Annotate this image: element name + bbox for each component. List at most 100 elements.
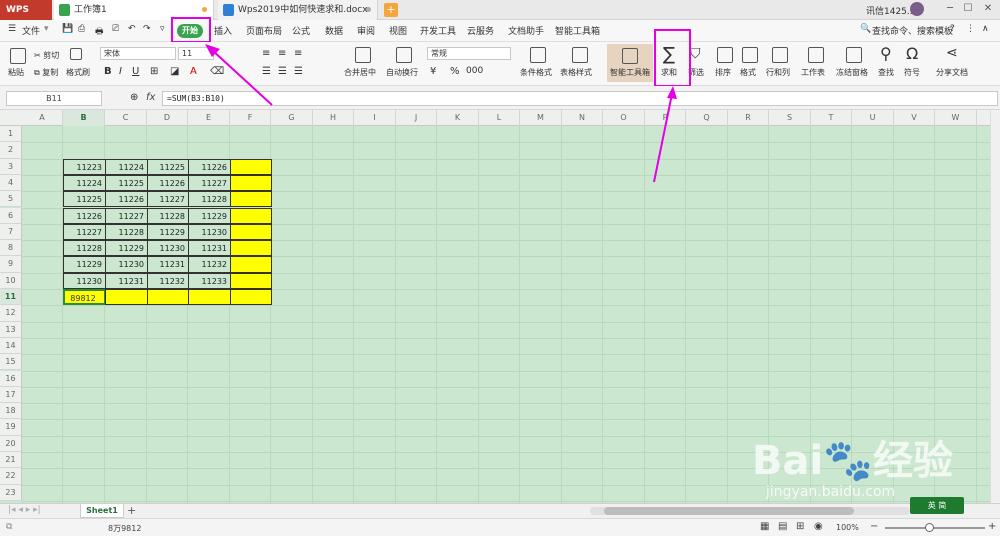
column-header-a[interactable]: A (22, 110, 63, 126)
symbol-label[interactable]: 符号 (904, 67, 920, 78)
search-icon[interactable]: 🔍 (860, 24, 871, 34)
row-header-3[interactable]: 3 (0, 158, 22, 175)
new-tab-button[interactable]: + (384, 3, 398, 17)
add-sheet-button[interactable]: + (127, 504, 136, 517)
row-header-22[interactable]: 22 (0, 468, 22, 485)
column-header-p[interactable]: P (645, 110, 686, 126)
wrap-text-icon[interactable] (396, 47, 412, 63)
sort-label[interactable]: 排序 (715, 67, 731, 78)
align-bottom-icon[interactable]: ≡ (294, 48, 302, 59)
row-header-17[interactable]: 17 (0, 386, 22, 404)
sheet-nav-icon[interactable]: |◂ ◂ ▸ ▸| (8, 505, 41, 515)
menu-cloud[interactable]: 云服务 (467, 24, 494, 37)
chevron-down-icon[interactable]: ▾ (44, 24, 49, 34)
empty-yellow-cell[interactable] (230, 223, 272, 241)
font-size-select[interactable]: 11 (178, 47, 214, 60)
more-icon[interactable]: ⋮ (966, 24, 975, 34)
data-cell[interactable]: 11230 (105, 256, 148, 273)
collapse-icon[interactable]: ∧ (982, 24, 989, 34)
column-header-d[interactable]: D (147, 110, 188, 126)
align-right-icon[interactable]: ☰ (294, 66, 303, 77)
column-header-v[interactable]: V (894, 110, 935, 126)
menu-developer[interactable]: 开发工具 (420, 24, 456, 37)
minimize-icon[interactable]: ─ (944, 2, 956, 16)
row-header-8[interactable]: 8 (0, 240, 22, 257)
hamburger-icon[interactable]: ☰ (8, 24, 16, 34)
data-cell[interactable]: 11232 (147, 272, 189, 289)
worksheet-label[interactable]: 工作表 (801, 67, 825, 78)
row-header-16[interactable]: 16 (0, 370, 22, 387)
paste-icon[interactable] (10, 48, 26, 64)
thousands-icon[interactable]: 000 (466, 66, 483, 76)
align-left-icon[interactable]: ☰ (262, 66, 271, 77)
format-icon[interactable] (742, 47, 758, 63)
zoom-icon[interactable]: ⊕ (130, 92, 138, 103)
wrap-text-label[interactable]: 自动换行 (386, 67, 418, 78)
column-header-t[interactable]: T (811, 110, 852, 126)
customize-icon[interactable]: ▿ (160, 24, 165, 34)
smart-toolbox-button[interactable]: 智能工具箱 (607, 44, 653, 82)
cond-format-label[interactable]: 条件格式 (520, 67, 552, 78)
column-header-q[interactable]: Q (686, 110, 728, 126)
column-header-h[interactable]: H (313, 110, 354, 126)
row-header-19[interactable]: 19 (0, 419, 22, 436)
print-preview-icon[interactable]: ⎚ (112, 24, 119, 34)
bold-icon[interactable]: B (104, 66, 112, 77)
spreadsheet-grid[interactable]: ABCDEFGHIJKLMNOPQRSTUVW 1 2 3 4 5 6 7 8 9 10 11 12 1… (0, 110, 990, 503)
conditional-format-icon[interactable] (530, 47, 546, 63)
data-cell[interactable]: 11227 (147, 191, 189, 208)
close-icon[interactable]: ✕ (982, 2, 994, 16)
empty-yellow-cell[interactable] (230, 272, 272, 289)
column-header-s[interactable]: S (769, 110, 811, 126)
column-header-f[interactable]: F (230, 110, 271, 126)
data-cell[interactable]: 11226 (105, 191, 148, 208)
empty-yellow-cell[interactable] (188, 289, 231, 306)
data-cell[interactable]: 11229 (63, 256, 106, 273)
cut-button[interactable]: ✂ 剪切 (34, 50, 59, 61)
wps-app-button[interactable]: WPS (0, 0, 52, 20)
menu-insert[interactable]: 插入 (214, 24, 232, 37)
data-cell[interactable]: 11228 (105, 223, 148, 241)
sheet-tab[interactable]: Sheet1 (80, 504, 124, 518)
column-header-w[interactable]: W (935, 110, 977, 126)
empty-yellow-cell[interactable] (230, 158, 272, 175)
row-header-2[interactable]: 2 (0, 142, 22, 159)
row-header-4[interactable]: 4 (0, 174, 22, 192)
data-cell[interactable]: 11230 (188, 223, 231, 241)
data-cell[interactable]: 11231 (147, 256, 189, 273)
menu-page-layout[interactable]: 页面布局 (246, 24, 282, 37)
format-label[interactable]: 格式 (740, 67, 756, 78)
column-header-e[interactable]: E (188, 110, 230, 126)
zoom-slider[interactable] (885, 527, 985, 529)
print-icon[interactable]: 🖶 (95, 24, 104, 40)
data-cell[interactable]: 11226 (188, 158, 231, 175)
worksheet-icon[interactable] (808, 47, 824, 63)
data-cell[interactable]: 11225 (147, 158, 189, 175)
clear-icon[interactable]: ⌫ (210, 66, 224, 77)
input-method-badge[interactable]: 英 简 (910, 497, 964, 514)
format-painter-label[interactable]: 格式刷 (66, 67, 90, 78)
number-format-select[interactable]: 常规 (427, 47, 511, 60)
filter-icon[interactable]: ⛉ (690, 46, 701, 62)
zoom-in-icon[interactable]: + (988, 521, 996, 532)
empty-yellow-cell[interactable] (230, 191, 272, 208)
table-style-icon[interactable] (572, 47, 588, 63)
row-header-7[interactable]: 7 (0, 223, 22, 241)
menu-file[interactable]: 文件 (22, 24, 40, 37)
zoom-slider-knob[interactable] (925, 523, 934, 532)
row-header-1[interactable]: 1 (0, 126, 22, 143)
underline-icon[interactable]: U (132, 66, 139, 77)
row-col-label[interactable]: 行和列 (766, 67, 790, 78)
column-header-m[interactable]: M (520, 110, 562, 126)
column-header-u[interactable]: U (852, 110, 894, 126)
currency-icon[interactable]: ¥ (430, 66, 436, 77)
export-pdf-icon[interactable]: ⎙ (78, 24, 85, 34)
empty-yellow-cell[interactable] (105, 289, 148, 306)
column-header-b[interactable]: B (63, 110, 105, 126)
data-cell[interactable]: 11228 (63, 240, 106, 257)
row-header-10[interactable]: 10 (0, 272, 22, 289)
zoom-level[interactable]: 100% (836, 523, 859, 532)
column-header-k[interactable]: K (437, 110, 479, 126)
paste-label[interactable]: 粘贴 (8, 67, 24, 78)
formula-input[interactable]: =SUM(B3:B10) (162, 91, 998, 106)
